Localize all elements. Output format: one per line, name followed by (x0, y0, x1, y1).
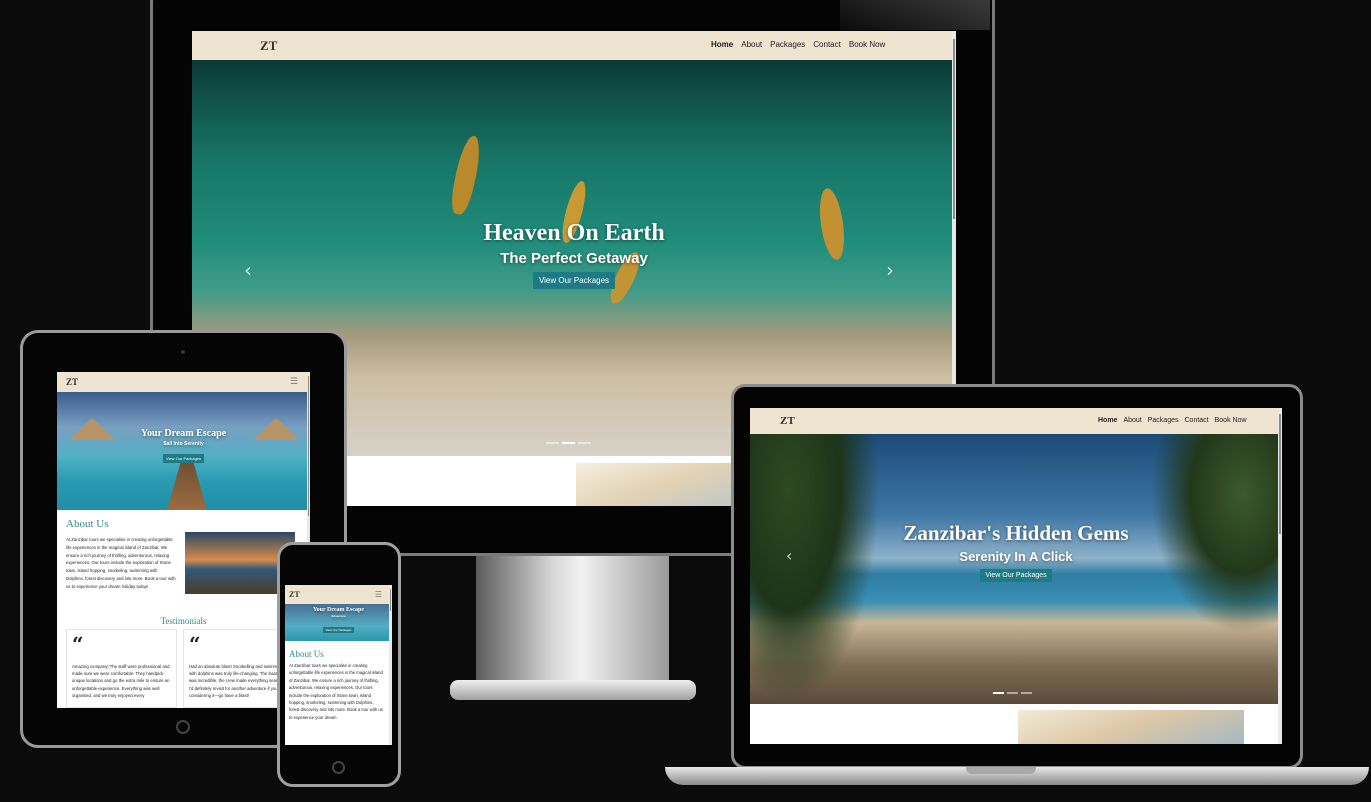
menu-toggle-icon[interactable]: ☰ (375, 590, 382, 599)
slide-indicator[interactable] (1007, 692, 1018, 694)
tablet-home-button (176, 720, 190, 734)
site-logo[interactable]: ZT (289, 590, 300, 599)
nav-home[interactable]: Home (1098, 417, 1117, 424)
about-image (1018, 710, 1244, 744)
hero-title: Your Dream Escape (312, 607, 365, 613)
site-logo[interactable]: ZT (780, 415, 795, 427)
phone-hero-slide: Your Dream Escape Adventure View Our Pac… (285, 604, 392, 641)
about-text: At Zanzibar tours we specialise in creat… (66, 537, 176, 589)
view-packages-button[interactable]: View Our Packages (323, 627, 354, 633)
laptop-nav-menu: Home About Packages Contact Book Now (1098, 417, 1247, 424)
tablet-hero-caption: Your Dream Escape Sail Into Serenity Vie… (57, 428, 310, 465)
about-heading: About Us (66, 518, 109, 530)
prev-slide-icon[interactable]: ‹ (244, 258, 252, 282)
boat-image (447, 133, 485, 217)
laptop-navbar: ZT Home About Packages Contact Book Now (750, 408, 1282, 434)
laptop-hero-slide: Zanzibar's Hidden Gems Serenity In A Cli… (750, 434, 1282, 704)
laptop-screen: ZT Home About Packages Contact Book Now … (750, 408, 1282, 744)
slide-indicator[interactable] (993, 692, 1004, 694)
view-packages-button[interactable]: View Our Packages (532, 272, 616, 289)
view-packages-button[interactable]: View Our Packages (162, 454, 205, 463)
hero-subtitle: Serenity In A Click (959, 549, 1073, 564)
monitor-stand-neck (476, 556, 669, 684)
site-logo[interactable]: ZT (260, 38, 277, 54)
laptop-scrollbar[interactable] (1278, 408, 1282, 744)
hero-subtitle: Adventure (331, 614, 346, 618)
phone-hero-caption: Your Dream Escape Adventure View Our Pac… (285, 607, 392, 636)
nav-book-now[interactable]: Book Now (849, 40, 885, 49)
quote-icon: “ (189, 632, 201, 656)
quote-icon: “ (72, 632, 84, 656)
about-text: At Zanzibar tours we specialise in creat… (289, 663, 383, 720)
site-logo[interactable]: ZT (66, 377, 78, 387)
phone-scrollbar[interactable] (389, 585, 392, 745)
slide-indicators (546, 442, 591, 444)
testimonials-heading: Testimonials (160, 616, 207, 626)
phone-home-button (332, 761, 345, 774)
about-heading: About Us (289, 649, 324, 659)
testimonial-text: Had an absolute blast! Snorkelling and s… (189, 664, 289, 698)
about-image (576, 463, 756, 506)
hero-title: Heaven On Earth (483, 220, 665, 246)
slide-indicator[interactable] (578, 442, 591, 444)
monitor-stand-base (450, 680, 696, 700)
testimonial-card: “ Amazing company! The staff were profes… (66, 629, 177, 708)
laptop-hero-caption: Zanzibar's Hidden Gems Serenity In A Cli… (750, 521, 1282, 582)
prev-slide-icon[interactable]: ‹ (786, 546, 792, 565)
nav-contact[interactable]: Contact (813, 40, 841, 49)
testimonial-text: Amazing company! The staff were professi… (72, 664, 170, 698)
hero-subtitle: The Perfect Getaway (500, 250, 648, 267)
phone-screen: ZT ☰ Your Dream Escape Adventure View Ou… (285, 585, 392, 745)
nav-about[interactable]: About (741, 40, 762, 49)
tablet-hero-slide: Your Dream Escape Sail Into Serenity Vie… (57, 392, 310, 510)
next-slide-icon[interactable]: › (886, 258, 894, 282)
laptop-notch (966, 767, 1036, 774)
nav-contact[interactable]: Contact (1185, 417, 1209, 424)
desktop-hero-caption: Heaven On Earth The Perfect Getaway View… (192, 220, 956, 289)
slide-indicator[interactable] (546, 442, 559, 444)
view-packages-button[interactable]: View Our Packages (980, 569, 1052, 582)
desktop-nav-menu: Home About Packages Contact Book Now (711, 40, 885, 49)
slide-indicator[interactable] (562, 442, 575, 444)
phone-navbar: ZT ☰ (285, 585, 392, 604)
desktop-navbar: ZT Home About Packages Contact Book Now (192, 31, 956, 60)
tablet-navbar: ZT ☰ (57, 372, 310, 392)
nav-packages[interactable]: Packages (1148, 417, 1179, 424)
hero-title: Your Dream Escape (140, 428, 227, 439)
hero-title: Zanzibar's Hidden Gems (903, 521, 1129, 545)
nav-book-now[interactable]: Book Now (1215, 417, 1247, 424)
hero-subtitle: Sail Into Serenity (163, 441, 204, 447)
nav-packages[interactable]: Packages (770, 40, 805, 49)
tablet-camera (181, 350, 185, 354)
nav-about[interactable]: About (1123, 417, 1141, 424)
nav-home[interactable]: Home (711, 40, 733, 49)
slide-indicators (993, 692, 1032, 694)
menu-toggle-icon[interactable]: ☰ (290, 377, 298, 387)
monitor-glare (840, 0, 990, 30)
tablet-screen: ZT ☰ Your Dream Escape Sail Into Serenit… (57, 372, 310, 708)
slide-indicator[interactable] (1021, 692, 1032, 694)
